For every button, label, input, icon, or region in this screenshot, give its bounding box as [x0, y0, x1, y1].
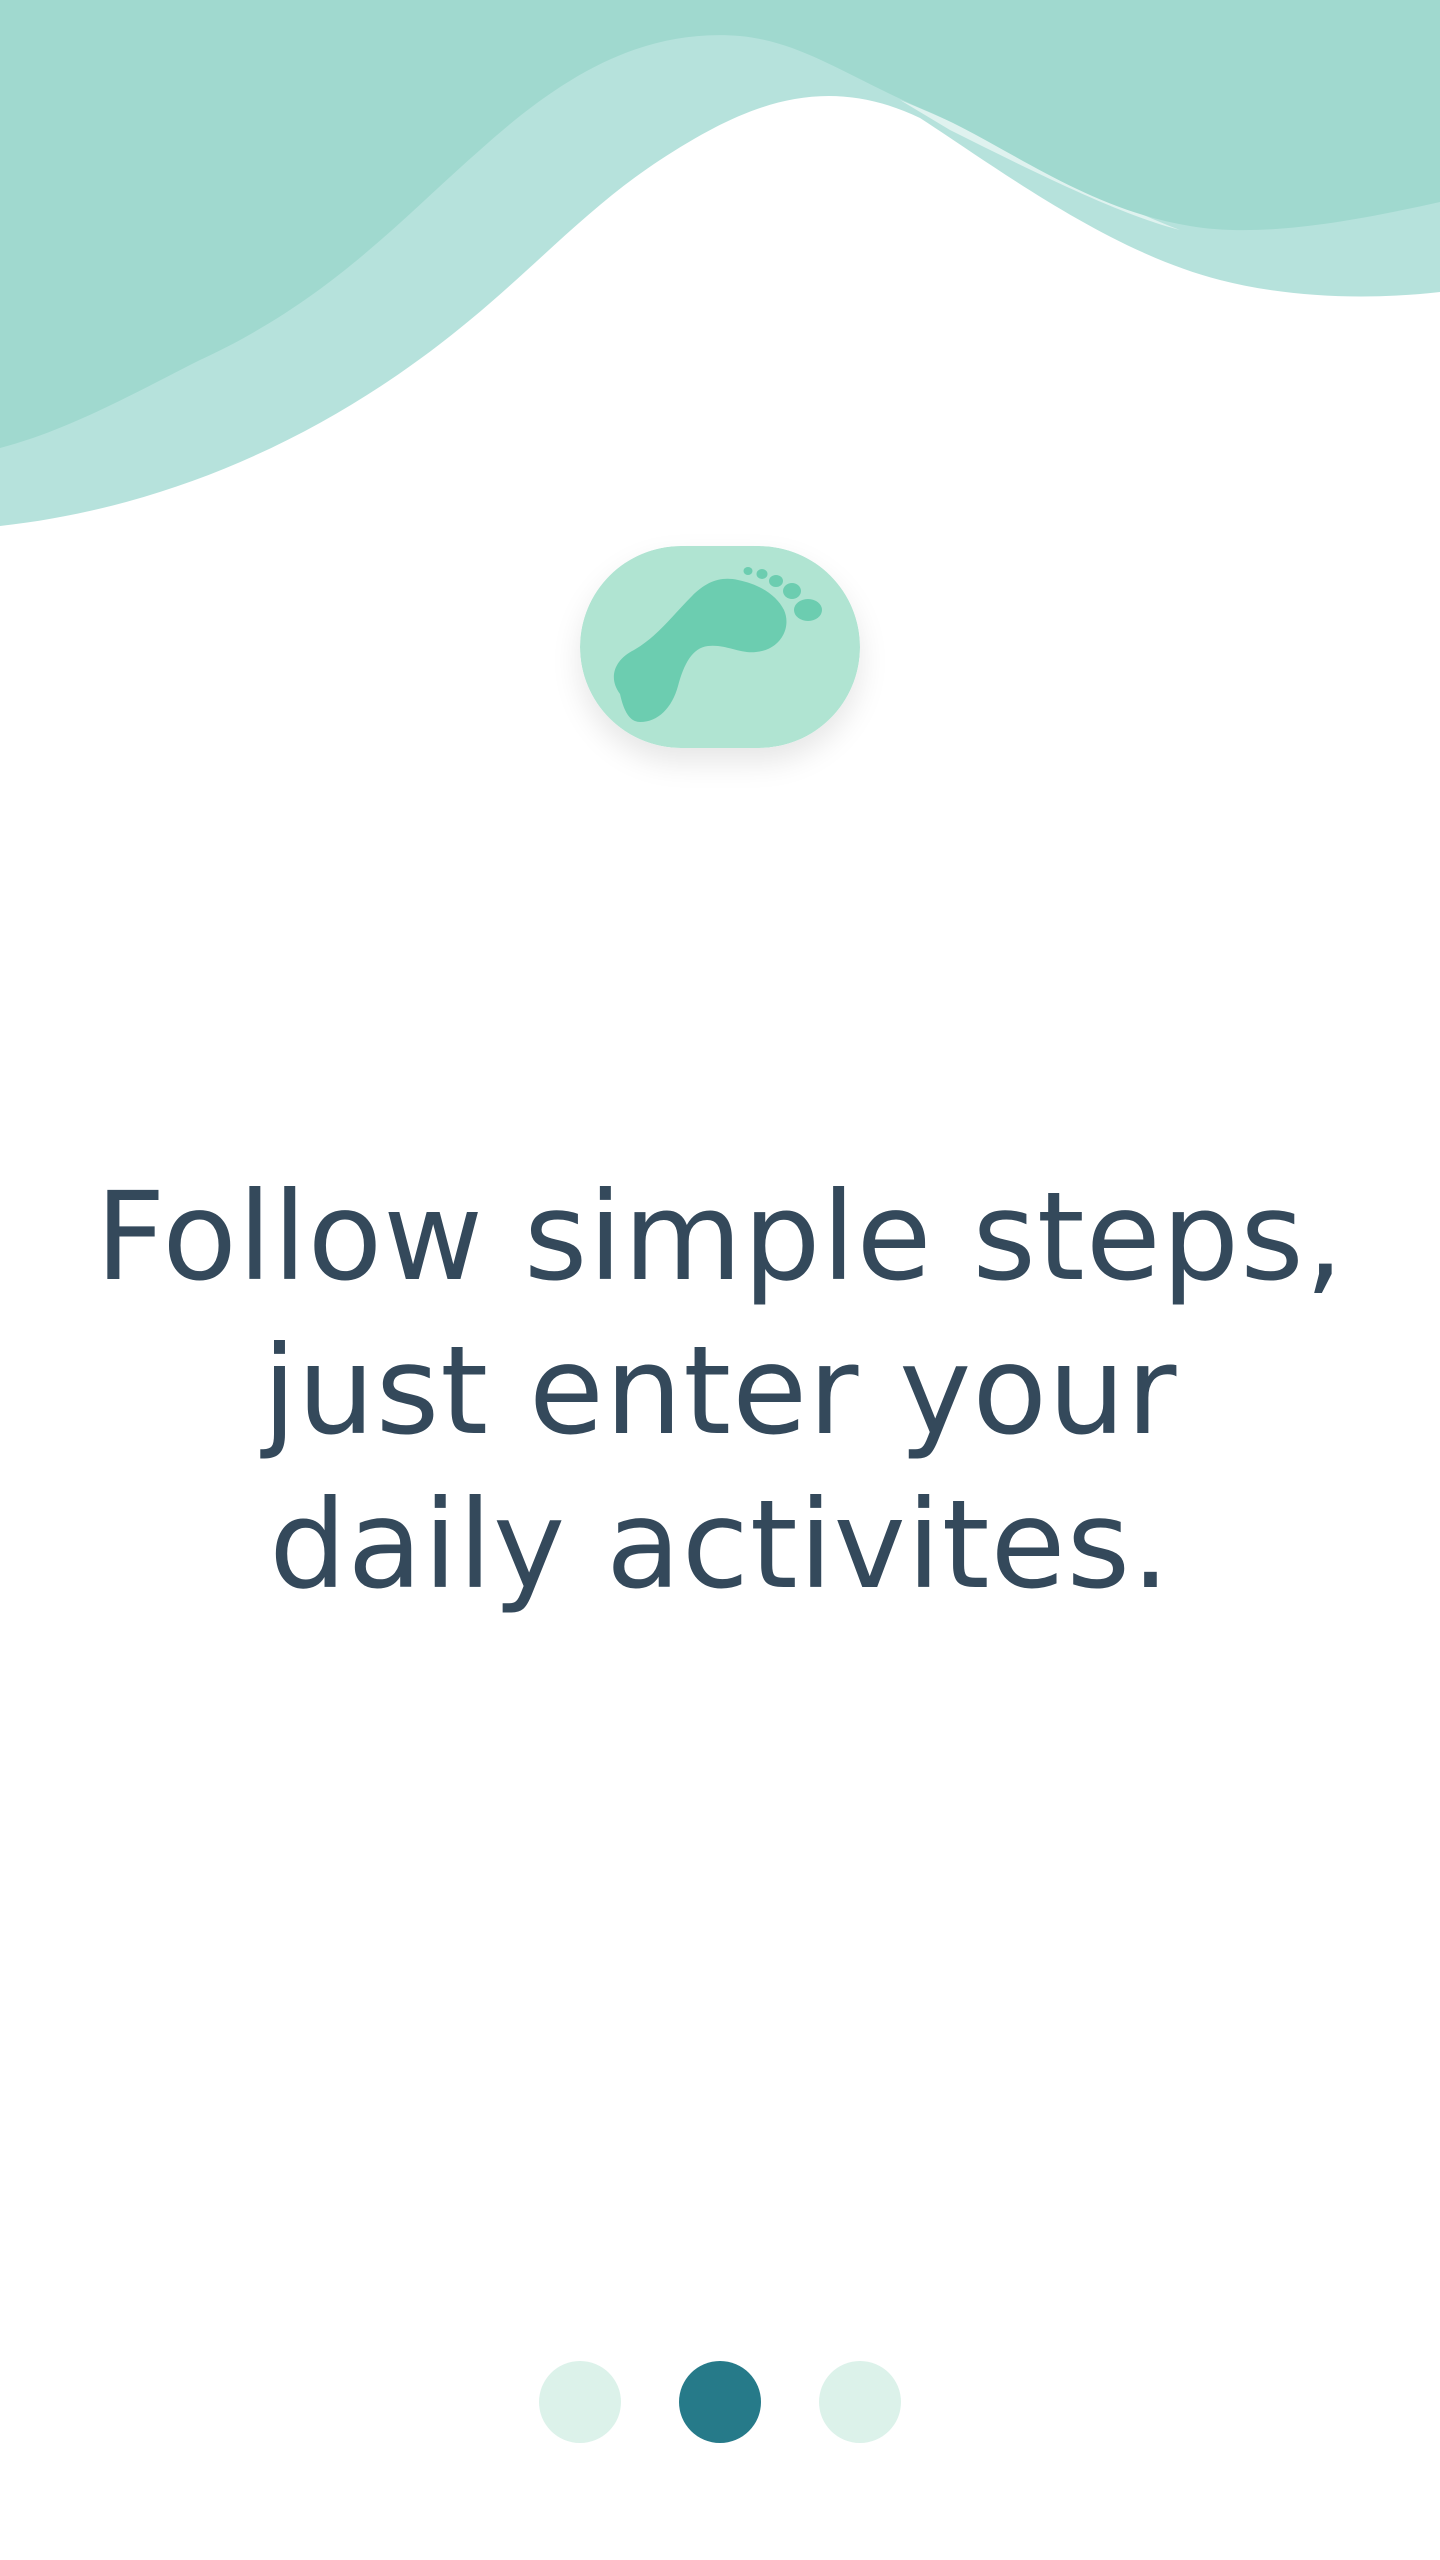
footprint-icon [580, 546, 860, 748]
page-dot-1[interactable] [539, 2361, 621, 2443]
page-dot-2-active[interactable] [679, 2361, 761, 2443]
headline-line: Follow simple steps, [95, 1166, 1345, 1308]
headline-line: daily activites. [269, 1474, 1171, 1616]
headline-line: just enter your [262, 1320, 1178, 1462]
onboarding-screen: Follow simple steps, just enter your dai… [0, 0, 1440, 2560]
page-dot-3[interactable] [819, 2361, 901, 2443]
page-indicator [0, 2360, 1440, 2444]
onboarding-headline: Follow simple steps, just enter your dai… [40, 1160, 1400, 1622]
app-logo-badge [580, 546, 860, 748]
header-wave-decoration [0, 0, 1440, 526]
